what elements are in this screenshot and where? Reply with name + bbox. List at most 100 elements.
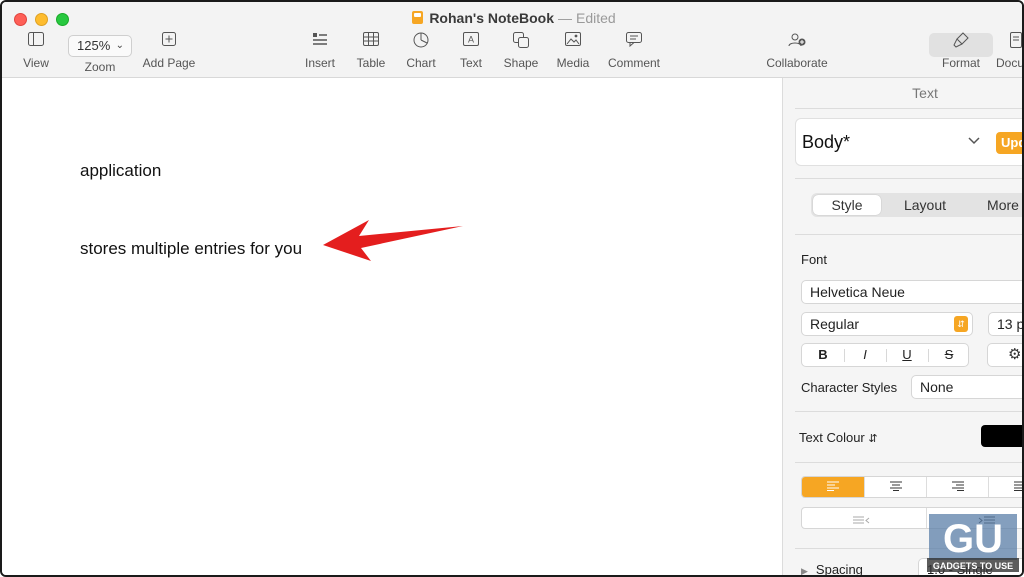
update-style-button[interactable]: Upd [996,132,1022,154]
chevron-down-icon [968,132,980,148]
divider [795,178,1022,179]
tab-more[interactable]: More [969,195,1022,215]
italic-button[interactable]: I [844,344,886,366]
sidebar-heading: Text [912,85,938,101]
sidebar-view-icon [18,32,54,50]
chart-button[interactable]: Chart [402,32,440,70]
document-label: Docu [996,56,1024,70]
document-text-line[interactable]: stores multiple entries for you [80,239,302,259]
spacing-disclosure[interactable]: ▶ Spacing [801,562,863,577]
spacing-label: Spacing [815,562,863,577]
font-family-select[interactable]: Helvetica Neue [801,280,1022,304]
add-page-label: Add Page [142,56,196,70]
insert-button[interactable]: Insert [300,32,340,70]
align-center-button[interactable] [864,477,926,497]
tab-layout[interactable]: Layout [891,195,959,215]
divider [795,108,1022,109]
text-label: Text [459,56,482,70]
disclosure-triangle-icon: ▶ [801,566,808,576]
zoom-label-wrap: Zoom [74,60,126,74]
gear-icon: ⚙ [1008,346,1022,363]
font-weight-select[interactable]: Regular ⇵ [801,312,973,336]
font-weight-value: Regular [810,316,860,332]
text-colour-label-text: Text Colour [799,430,865,445]
svg-text:GADGETS TO USE: GADGETS TO USE [933,561,1013,571]
document-title: Rohan's NoteBook [429,10,554,26]
media-icon [553,32,593,50]
title-separator: — [557,10,572,26]
alignment-buttons [801,476,1022,498]
document-status: Edited [575,10,616,26]
tab-style[interactable]: Style [813,195,881,215]
chevron-down-icon: ⌄ [115,40,124,51]
divider [795,411,1022,412]
advanced-options-button[interactable]: ⚙ [987,343,1022,367]
comment-icon [604,32,664,50]
add-page-icon [140,32,198,50]
pages-document-icon [412,11,424,24]
zoom-label: Zoom [84,60,116,74]
insert-label: Insert [304,56,335,70]
svg-text:GU: GU [943,517,1003,561]
text-box-icon: A [454,32,488,50]
zoom-select[interactable]: 125% ⌄ [68,35,132,57]
format-sidebar: Text Body* Upd Style Layout More Font He… [782,78,1022,577]
format-label: Format [941,56,980,70]
gadgets-to-use-watermark: GU GADGETS TO USE [927,514,1019,572]
window-title: Rohan's NoteBook — Edited [2,10,1022,26]
comment-button[interactable]: Comment [604,32,664,70]
chart-label: Chart [406,56,436,70]
format-button[interactable]: Format [935,32,987,70]
document-canvas[interactable]: application stores multiple entries for … [2,78,782,575]
paragraph-style-name: Body* [802,132,851,152]
view-label: View [23,56,49,70]
bold-button[interactable]: B [802,344,844,366]
table-icon [352,32,390,50]
text-button[interactable]: A Text [454,32,488,70]
strikethrough-button[interactable]: S [928,344,970,366]
align-left-icon [827,481,839,491]
paintbrush-icon [935,32,987,50]
text-colour-label[interactable]: Text Colour ⇵ [799,430,878,445]
divider [795,462,1022,463]
view-button[interactable]: View [18,32,54,70]
font-section-label: Font [801,252,828,267]
document-text-line[interactable]: application [80,161,161,181]
justify-button[interactable] [988,477,1022,497]
add-page-button[interactable]: Add Page [140,32,198,70]
media-label: Media [556,56,590,70]
underline-button[interactable]: U [886,344,928,366]
text-colour-well[interactable] [981,425,1022,447]
comment-label: Comment [607,56,660,70]
paragraph-style-selector[interactable]: Body* Upd [795,118,1022,166]
justify-icon [1013,481,1022,491]
table-label: Table [356,56,386,70]
collaborate-icon [762,32,832,50]
red-arrow-annotation [323,220,463,261]
text-style-buttons: B I U S [801,343,969,367]
decrease-indent-button[interactable] [852,513,870,531]
shape-icon [501,32,541,50]
align-right-icon [951,481,964,491]
document-icon [1010,32,1022,50]
media-button[interactable]: Media [553,32,593,70]
align-right-button[interactable] [926,477,988,497]
svg-text:A: A [468,35,474,45]
collaborate-label: Collaborate [766,56,828,70]
align-left-button[interactable] [802,477,864,497]
insert-icon [300,32,340,50]
zoom-value: 125% [77,38,111,53]
toolbar: Rohan's NoteBook — Edited View 125% ⌄ Zoom… [2,2,1024,78]
collaborate-button[interactable]: Collaborate [762,32,832,70]
font-size-field[interactable]: 13 pt [988,312,1022,336]
divider [795,234,1022,235]
shape-label: Shape [503,56,539,70]
shape-button[interactable]: Shape [501,32,541,70]
decrease-indent-icon [853,516,870,524]
pages-window: Rohan's NoteBook — Edited View 125% ⌄ Zoom… [0,0,1024,577]
document-button[interactable]: Docu [996,32,1024,70]
character-styles-select[interactable]: None [911,375,1022,399]
table-button[interactable]: Table [352,32,390,70]
chart-icon [402,32,440,50]
format-tabs: Style Layout More [811,193,1022,217]
